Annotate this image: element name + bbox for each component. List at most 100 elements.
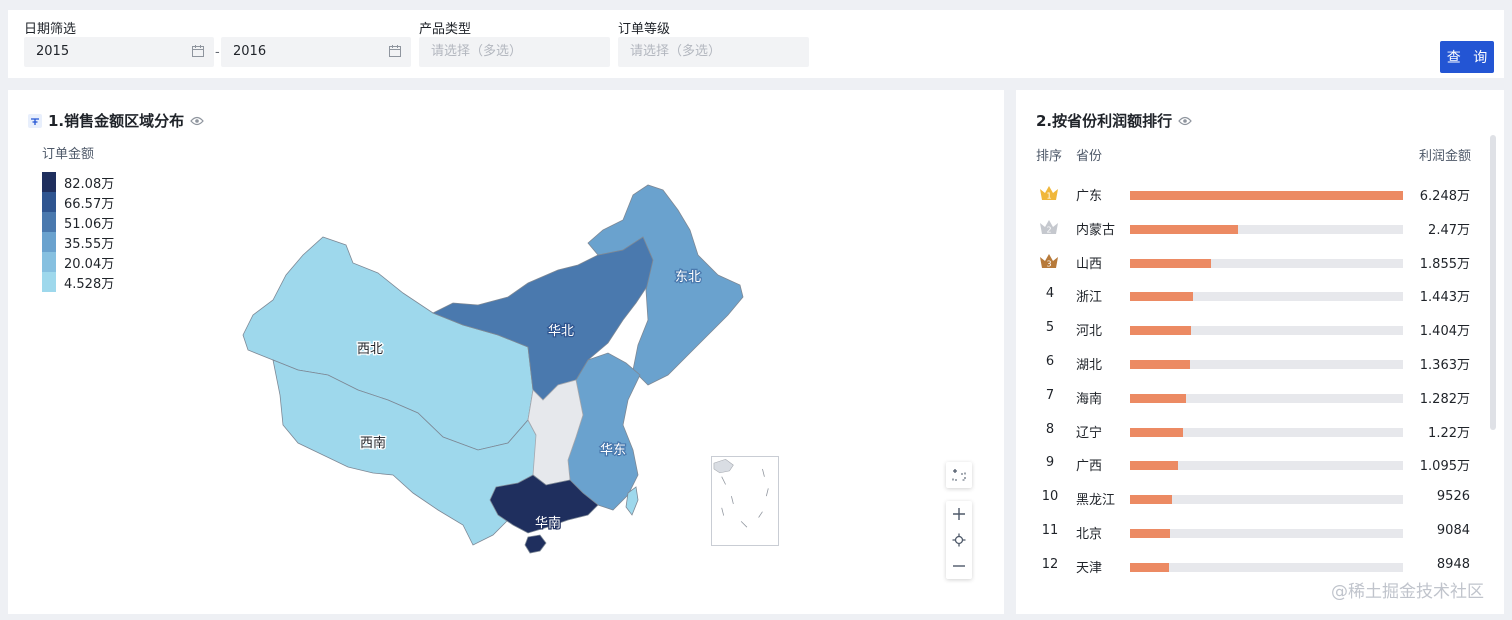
- hainan-island[interactable]: [524, 534, 547, 554]
- profit-bar-track: [1130, 224, 1403, 234]
- profit-bar-track: [1130, 495, 1403, 505]
- profit-value: 9084: [1436, 523, 1470, 538]
- zoom-in-button[interactable]: [946, 501, 972, 527]
- box-select-icon: [952, 469, 966, 481]
- province-name: 河北: [1076, 324, 1103, 340]
- profit-value: 1.22万: [1428, 425, 1470, 441]
- calendar-icon: [192, 45, 204, 57]
- crown-icon: 2: [1040, 219, 1058, 234]
- profit-value: 1.282万: [1419, 391, 1470, 407]
- rank-scrollbar[interactable]: [1490, 135, 1496, 430]
- query-button[interactable]: 查 询: [1440, 41, 1494, 73]
- legend-swatch: [42, 232, 56, 252]
- profit-bar-track: [1130, 529, 1403, 538]
- legend-swatch: [42, 212, 56, 232]
- product-type-label: 产品类型: [419, 22, 472, 37]
- order-level-select[interactable]: 请选择（多选）: [618, 37, 809, 67]
- date-start-value: 2015: [36, 44, 70, 59]
- box-select-button[interactable]: [946, 462, 972, 488]
- crown-rank-number: 1: [1046, 192, 1051, 201]
- rank-number: 5: [1045, 320, 1055, 336]
- profit-bar-track: [1130, 258, 1403, 268]
- rank-row[interactable]: 6 湖北 1.363万: [1016, 346, 1486, 380]
- rank-row[interactable]: 5 河北 1.404万: [1016, 312, 1486, 346]
- legend-label: 4.528万: [64, 276, 115, 292]
- legend-label: 66.57万: [64, 196, 115, 212]
- order-level-label: 订单等级: [618, 22, 671, 37]
- date-end-picker[interactable]: 2016: [221, 37, 411, 67]
- crown-icon: 1: [1040, 186, 1058, 201]
- rank-row[interactable]: 2 内蒙古 2.47万: [1016, 211, 1486, 245]
- map-filter-icon[interactable]: [28, 113, 42, 128]
- crown-rank-number: 3: [1046, 259, 1051, 268]
- rank-row[interactable]: 9 广西 1.095万: [1016, 447, 1486, 481]
- rank-row[interactable]: 11 北京 9084: [1016, 515, 1486, 549]
- profit-value: 1.363万: [1419, 358, 1470, 373]
- rank-title-text: 2.按省份利润额排行: [1036, 112, 1173, 130]
- map-panel-title: 1.销售金额区域分布: [28, 110, 204, 131]
- legend-item[interactable]: 35.55万: [42, 232, 114, 252]
- map-legend: 82.08万 66.57万 51.06万 35.55万 20.04万 4.528万: [42, 172, 114, 292]
- profit-bar-fill: [1130, 461, 1178, 471]
- profit-bar-fill: [1130, 258, 1212, 268]
- legend-item[interactable]: 51.06万: [42, 212, 114, 232]
- profit-bar-fill: [1130, 393, 1186, 403]
- region-east-china[interactable]: [567, 352, 641, 511]
- profit-rank-panel: 2.按省份利润额排行 排序 省份 利润金额 1 广东 6.248万 2 内蒙古 2.47万…: [1016, 90, 1504, 614]
- date-range-separator: -: [215, 45, 220, 60]
- region-label-southwest: 西南: [360, 435, 386, 451]
- legend-label: 51.06万: [64, 216, 115, 232]
- profit-value: 1.404万: [1419, 324, 1470, 340]
- profit-value: 1.855万: [1419, 256, 1470, 272]
- legend-item[interactable]: 66.57万: [42, 192, 114, 212]
- rank-row[interactable]: 3 山西 1.855万: [1016, 245, 1486, 279]
- legend-swatch: [42, 272, 56, 292]
- column-header-province: 省份: [1076, 149, 1103, 164]
- eye-icon[interactable]: [1178, 116, 1192, 126]
- profit-value: 8948: [1436, 556, 1470, 572]
- plus-icon: [953, 508, 965, 520]
- profit-bar-fill: [1130, 326, 1192, 336]
- rank-row[interactable]: 1 广东 6.248万: [1016, 177, 1486, 211]
- calendar-icon: [389, 45, 401, 57]
- rank-row[interactable]: 10 黑龙江 9526: [1016, 481, 1486, 515]
- rank-row[interactable]: 4 浙江 1.443万: [1016, 278, 1486, 312]
- sales-map-panel: 1.销售金额区域分布 订单金额 82.08万 66.57万 51.06万 35.55万…: [8, 90, 1004, 614]
- date-start-picker[interactable]: 2015: [24, 37, 214, 67]
- crown-icon: 3: [1040, 253, 1058, 268]
- rank-number: 12: [1041, 556, 1059, 572]
- province-name: 天津: [1076, 560, 1103, 576]
- product-type-select[interactable]: 请选择（多选）: [419, 37, 610, 67]
- eye-icon[interactable]: [190, 116, 204, 126]
- south-china-sea-inset: [711, 456, 779, 546]
- legend-swatch: [42, 192, 56, 212]
- region-label-east-china: 华东: [600, 443, 626, 458]
- map-zoom-control: [946, 501, 972, 579]
- rank-row[interactable]: 8 辽宁 1.22万: [1016, 414, 1486, 448]
- profit-bar-track: [1130, 393, 1403, 403]
- zoom-out-button[interactable]: [946, 553, 972, 579]
- profit-bar-fill: [1130, 427, 1184, 437]
- legend-item[interactable]: 20.04万: [42, 252, 114, 272]
- legend-item[interactable]: 82.08万: [42, 172, 114, 192]
- date-end-value: 2016: [233, 44, 267, 59]
- rank-number: 11: [1041, 523, 1059, 538]
- rank-number: 8: [1045, 421, 1055, 437]
- rank-row[interactable]: 7 海南 1.282万: [1016, 380, 1486, 414]
- profit-bar-track: [1130, 191, 1403, 200]
- profit-value: 9526: [1436, 489, 1470, 505]
- legend-item[interactable]: 4.528万: [42, 272, 114, 292]
- profit-bar-track: [1130, 292, 1403, 302]
- province-name: 黑龙江: [1076, 493, 1116, 509]
- region-label-south-china: 华南: [535, 515, 561, 531]
- china-region-map[interactable]: 西北 西南 华北 东北 华东 华南: [228, 175, 748, 555]
- province-name: 辽宁: [1076, 425, 1103, 441]
- rank-panel-title: 2.按省份利润额排行: [1036, 110, 1192, 131]
- profit-bar-fill: [1130, 495, 1172, 505]
- filter-bar: 日期筛选 2015 - 2016 产品类型 请选择（多选） 订单等级 请选择（多…: [8, 10, 1504, 78]
- column-header-profit: 利润金额: [1418, 149, 1471, 164]
- profit-bar-fill: [1130, 191, 1403, 200]
- legend-swatch: [42, 172, 56, 192]
- reset-view-button[interactable]: [946, 527, 972, 553]
- profit-bar-track: [1130, 562, 1403, 572]
